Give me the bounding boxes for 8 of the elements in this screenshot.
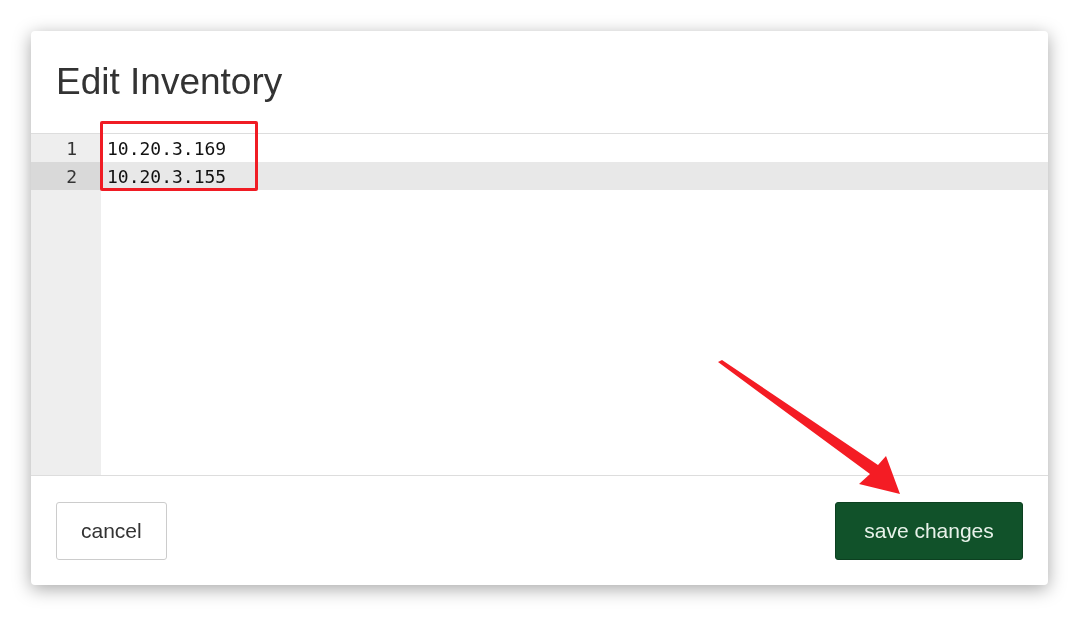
line-number: 1 <box>65 136 78 161</box>
code-editor[interactable]: 1 10.20.3.169 2 10.20.3.155 <box>31 133 1048 476</box>
line-number: 2 <box>31 162 101 190</box>
code-line: 10.20.3.169 <box>106 137 227 159</box>
cancel-button[interactable]: cancel <box>56 501 167 560</box>
dialog-title: Edit Inventory <box>55 60 284 104</box>
save-button[interactable]: save changes <box>835 501 1023 560</box>
code-line: 10.20.3.155 <box>106 165 227 187</box>
